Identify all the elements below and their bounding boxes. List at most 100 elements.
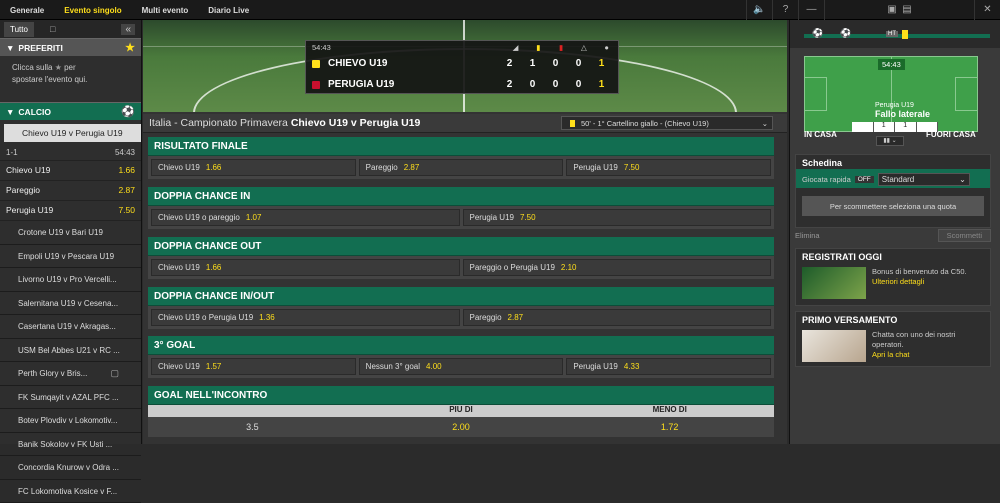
odds-button[interactable]: Chievo U19 1.66 xyxy=(151,259,460,276)
match-list-item[interactable]: FK Sumqayit v AZAL PFC ... xyxy=(0,386,141,410)
odds-price: 1.66 xyxy=(206,263,222,272)
odd-value: 7.50 xyxy=(118,205,135,216)
collapse-icon[interactable]: « xyxy=(121,24,135,35)
close-icon[interactable]: ✕ xyxy=(974,0,1000,20)
odd-value: 1.66 xyxy=(118,165,135,176)
scoreboard-clock: 54:43 xyxy=(312,43,504,52)
favourites-hint: Clicca sulla ★ per spostare l'evento qui… xyxy=(0,56,141,102)
market-row: Chievo U191.66 Pareggio2.87 Perugia U197… xyxy=(148,156,774,179)
match-list-item[interactable]: Concordia Knurow v Odra ... xyxy=(0,456,141,480)
match-list-item[interactable]: Botev Plovdiv v Lokomotiv... xyxy=(0,409,141,433)
match-list-item[interactable]: USM Bel Abbes U21 v RC ... xyxy=(0,339,141,363)
match-list-item[interactable]: Livorno U19 v Pro Vercelli... xyxy=(0,268,141,292)
scoreboard-home: CHIEVO U19 2 1 0 0 1 xyxy=(306,53,618,74)
favourites-header[interactable]: ▼ PREFERITI ★ xyxy=(0,38,141,56)
away-shirt-icon xyxy=(312,81,320,89)
sidebar-odd-draw[interactable]: Pareggio 2.87 xyxy=(0,181,141,201)
help-icon[interactable]: ? xyxy=(772,0,798,20)
quick-bet-toggle[interactable]: OFF xyxy=(855,176,874,183)
odds-button[interactable]: Perugia U197.50 xyxy=(463,209,772,226)
favourites-title: PREFERITI xyxy=(18,43,62,53)
odds-price: 2.87 xyxy=(404,163,420,172)
sidebar-odd-away[interactable]: Perugia U19 7.50 xyxy=(0,201,141,221)
star-icon: ★ xyxy=(125,41,135,54)
odds-button[interactable]: Chievo U191.66 xyxy=(151,159,356,176)
odds-label: Pareggio xyxy=(470,313,502,322)
nav-generale[interactable]: Generale xyxy=(0,0,54,20)
market-doppia-chance-in-out: DOPPIA CHANCE IN/OUT Chievo U19 o Perugi… xyxy=(148,287,774,329)
odds-button[interactable]: Chievo U19 o pareggio1.07 xyxy=(151,209,460,226)
sidebar-odd-home[interactable]: Chievo U19 1.66 xyxy=(0,161,141,181)
bet-type-select[interactable]: Standard ⌄ xyxy=(878,173,970,186)
stats-toggle[interactable]: ▮▮ ⌄ xyxy=(876,136,904,146)
odds-button[interactable]: Perugia U197.50 xyxy=(566,159,771,176)
remove-all-link[interactable]: Elimina xyxy=(795,231,820,240)
selected-match[interactable]: Chievo U19 v Perugia U19 xyxy=(4,124,141,142)
match-list-item[interactable]: FC Lokomotiva Kosice v F... xyxy=(0,480,141,503)
scoreboard-header: 54:43 ◢ ▮ ▮ △ ● xyxy=(306,41,618,53)
clock-text: 54:43 xyxy=(115,148,135,156)
red-card-icon: ▮ xyxy=(550,43,573,52)
place-bet-button[interactable]: Scommetti xyxy=(938,229,991,242)
odds-button[interactable]: Pareggio o Perugia U192.10 xyxy=(463,259,772,276)
away-corners: 2 xyxy=(498,79,521,90)
match-list-item[interactable]: Casertana U19 v Akragas... xyxy=(0,315,141,339)
filter-tab-tutto[interactable]: Tutto xyxy=(4,22,34,37)
odds-label: Chievo U19 o pareggio xyxy=(158,213,240,222)
odds-button[interactable]: Perugia U194.33 xyxy=(566,358,771,375)
minimize-icon[interactable]: — xyxy=(798,0,824,20)
favourites-hint-text-3: spostare l'evento qui. xyxy=(12,75,87,84)
odds-button[interactable]: Nessun 3° goal 4.00 xyxy=(359,358,564,375)
event-dropdown[interactable]: 50' - 1° Cartellino giallo - (Chievo U19… xyxy=(561,116,773,130)
match-list-item[interactable]: Banik Sokolov v FK Usti ... xyxy=(0,433,141,457)
halftime-marker: HT xyxy=(886,31,898,37)
match-list-item-perth[interactable]: Perth Glory v Bris... ▢ xyxy=(0,362,141,386)
market-header[interactable]: DOPPIA CHANCE IN xyxy=(148,187,774,206)
market-header[interactable]: RISULTATO FINALE xyxy=(148,137,774,156)
quick-bet-label: Giocata rapida xyxy=(802,175,851,184)
favourites-hint-text-2: per xyxy=(64,63,76,72)
score-text: 1-1 xyxy=(6,148,18,156)
nav-evento-singolo[interactable]: Evento singolo xyxy=(54,0,131,20)
yellow-card-icon: ▮ xyxy=(527,43,550,52)
layout-toggle[interactable]: ▣ ▤ xyxy=(824,0,974,20)
odds-button[interactable]: Chievo U191.57 xyxy=(151,358,356,375)
promo-link[interactable]: Ulteriori dettagli xyxy=(872,277,924,286)
match-list-item[interactable]: Salernitana U19 v Cesena... xyxy=(0,292,141,316)
market-doppia-chance-in: DOPPIA CHANCE IN Chievo U19 o pareggio1.… xyxy=(148,187,774,229)
monitor-icon[interactable]: □ xyxy=(50,24,55,34)
odds-label: Chievo U19 xyxy=(158,263,200,272)
promo-link[interactable]: Apri la chat xyxy=(872,350,910,359)
support-agent-image xyxy=(802,330,866,362)
home-pen: 0 xyxy=(567,58,590,69)
odds-label: Pareggio o Perugia U19 xyxy=(470,263,555,272)
nav-multi-evento[interactable]: Multi evento xyxy=(132,0,199,20)
market-header[interactable]: DOPPIA CHANCE OUT xyxy=(148,237,774,256)
match-list-item[interactable]: Crotone U19 v Bari U19 xyxy=(0,221,141,245)
under-column-header: MENO DI xyxy=(565,405,774,417)
right-panel: ⚽ ⚽ HT 54:43 Perugia U19 Fallo laterale … xyxy=(789,20,1000,444)
nav-diario-live[interactable]: Diario Live xyxy=(198,0,259,20)
competition-name: Italia - Campionato Primavera xyxy=(149,117,288,129)
odds-price: 4.33 xyxy=(624,362,640,371)
volume-icon[interactable]: 🔈 xyxy=(746,0,772,20)
odds-button[interactable]: Pareggio2.87 xyxy=(463,309,772,326)
market-header[interactable]: GOAL NELL'INCONTRO xyxy=(148,386,774,405)
odds-button[interactable]: Chievo U19 o Perugia U191.36 xyxy=(151,309,460,326)
calcio-header[interactable]: ▼ CALCIO ⚽ xyxy=(0,102,141,120)
goal-line: 3.5 xyxy=(148,422,357,432)
odds-button[interactable]: Pareggio2.87 xyxy=(359,159,564,176)
sidebar-top: Tutto □ « xyxy=(0,20,141,38)
market-header[interactable]: DOPPIA CHANCE IN/OUT xyxy=(148,287,774,306)
odds-label: Nessun 3° goal xyxy=(366,362,420,371)
over-under-row: 3.5 2.00 1.72 xyxy=(148,417,774,437)
under-odds-button[interactable]: 1.72 xyxy=(565,422,774,432)
odds-price: 4.00 xyxy=(426,362,442,371)
yellow-card-icon xyxy=(570,120,575,127)
promo-description: Chatta con uno dei nostri operatori. xyxy=(872,330,955,349)
market-header[interactable]: 3° GOAL xyxy=(148,336,774,355)
match-list-item[interactable]: Empoli U19 v Pescara U19 xyxy=(0,245,141,269)
mini-pitch-box-right xyxy=(955,77,977,111)
over-odds-button[interactable]: 2.00 xyxy=(357,422,566,432)
odds-price: 1.66 xyxy=(206,163,222,172)
